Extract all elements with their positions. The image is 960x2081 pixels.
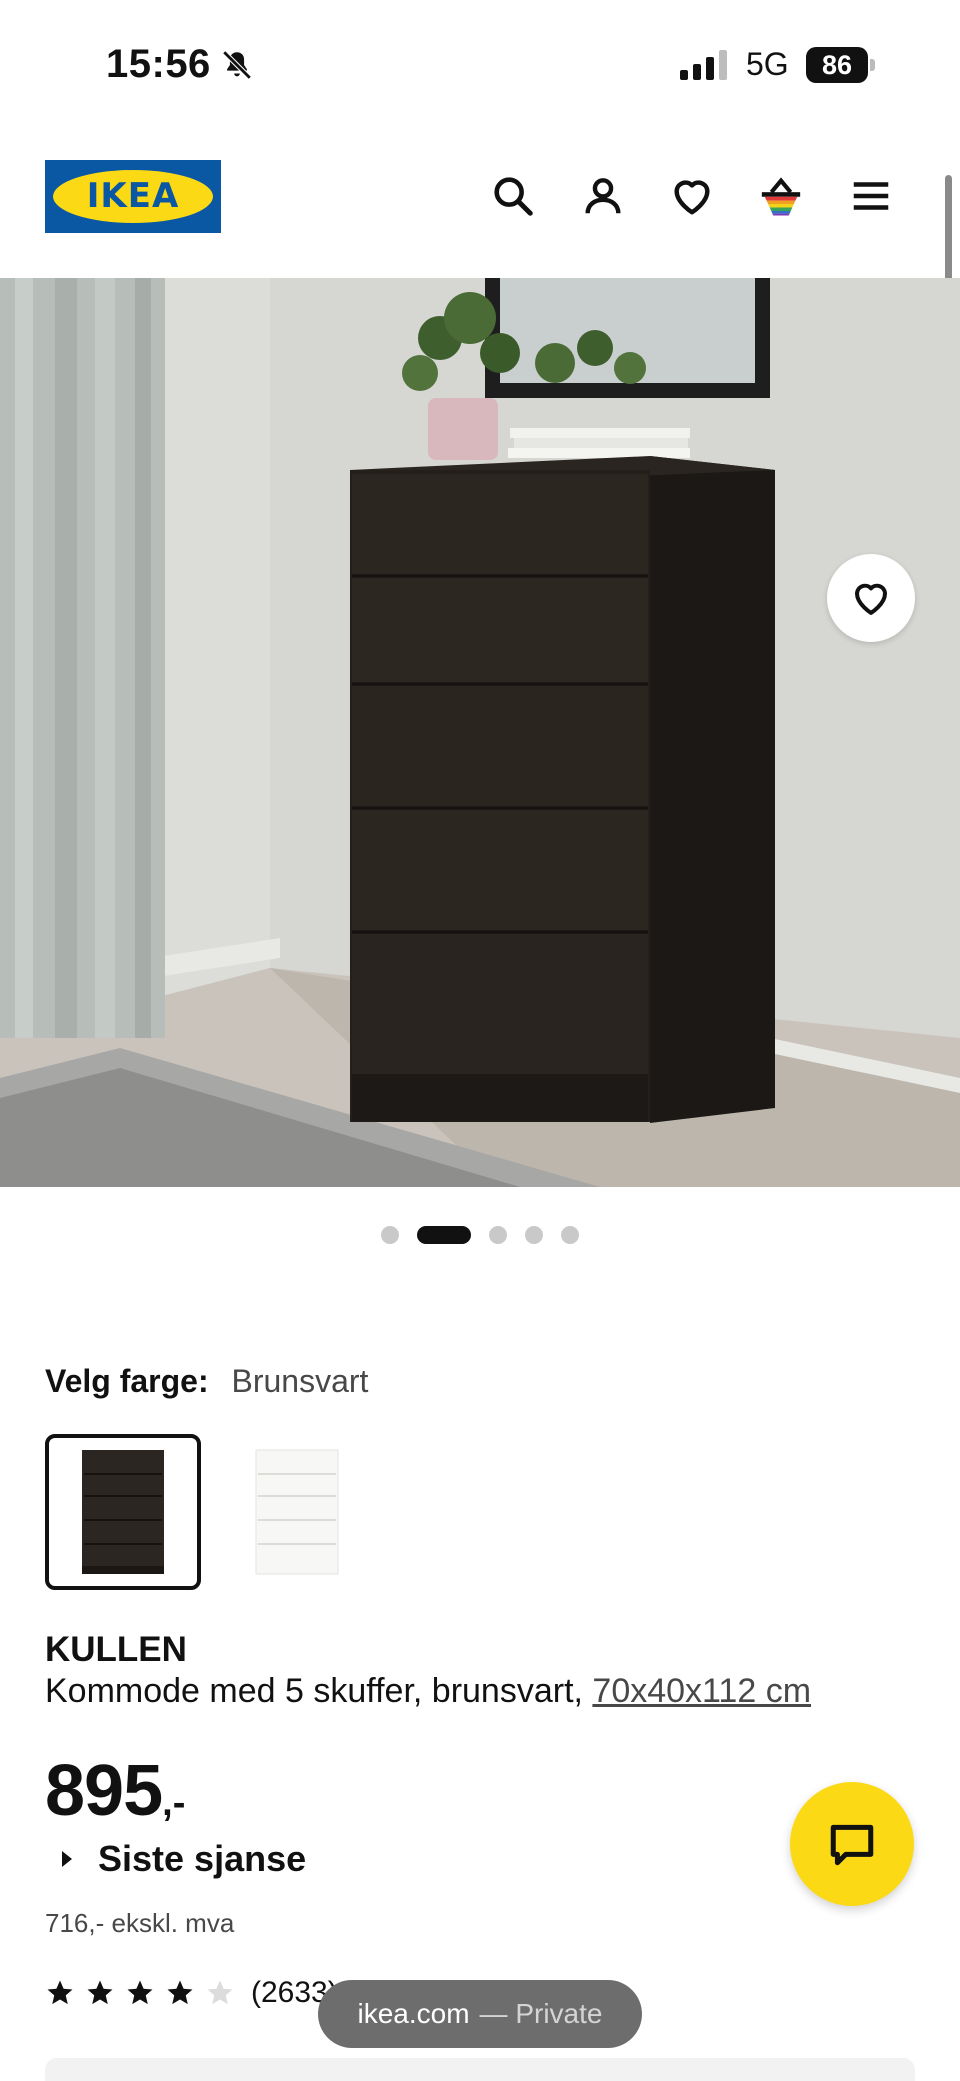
product-rating[interactable]: (2633) [45,1976,338,2010]
carousel-dot[interactable] [561,1226,579,1244]
product-price: 895,- [45,1750,185,1832]
price-suffix: ,- [162,1782,186,1824]
next-section-card [45,2058,915,2081]
carousel-dot[interactable] [525,1226,543,1244]
star-filled-icon [47,1980,73,2005]
star-filled-icon [167,1980,193,2005]
product-name: KULLEN [45,1630,187,1669]
color-label: Velg farge: [45,1363,209,1399]
favorite-button[interactable] [827,554,915,642]
heart-icon [854,583,888,615]
caret-right-icon [62,1851,72,1867]
color-swatch-black-brown[interactable] [45,1434,201,1590]
star-empty-icon [207,1980,233,2005]
browser-url-bar[interactable]: ikea.com — Private [318,1980,642,2048]
ikea-logo[interactable]: IKEA [45,160,221,233]
price-main: 895 [45,1751,163,1831]
bell-slash-icon [222,50,252,80]
product-image[interactable] [0,278,960,1187]
color-selector-label: Velg farge: Brunsvart [45,1363,368,1400]
heart-icon[interactable] [669,173,715,219]
product-description-text: Kommode med 5 skuffer, brunsvart, [45,1672,593,1710]
carousel-dots [0,1224,960,1244]
logo-text: IKEA [86,176,180,216]
search-icon[interactable] [490,173,536,219]
battery-level: 86 [806,47,868,83]
browsing-mode: — Private [479,1998,603,2029]
color-swatch-white[interactable] [219,1434,375,1590]
battery-icon: 86 [806,47,876,83]
menu-icon[interactable] [848,173,894,219]
site-header: IKEA [0,130,960,278]
carousel-dot[interactable] [489,1226,507,1244]
battery-tip [870,59,875,71]
swatch-image-white [255,1449,339,1575]
signal-icon [680,50,727,80]
star-filled-icon [87,1980,113,2005]
star-filled-icon [127,1980,153,2005]
swatch-image-black-brown [82,1450,164,1574]
network-type: 5G [746,46,789,82]
status-time: 15:56 [106,42,211,86]
account-icon[interactable] [580,173,626,219]
price-ex-vat: 716,- ekskl. mva [45,1908,235,1938]
status-bar: 15:56 5G 86 [0,0,960,130]
last-chance-label: Siste sjanse [98,1838,307,1879]
chat-icon [830,1824,874,1866]
page-scrollbar[interactable] [945,175,952,285]
product-description: Kommode med 5 skuffer, brunsvart, 70x40x… [45,1672,811,1711]
last-chance-toggle[interactable]: Siste sjanse [62,1838,306,1880]
product-photo [0,278,960,1187]
url-domain: ikea.com [357,1998,470,2029]
carousel-dot[interactable] [381,1226,399,1244]
chat-button[interactable] [790,1782,914,1906]
color-value: Brunsvart [231,1363,369,1399]
product-dimensions-link[interactable]: 70x40x112 cm [592,1672,811,1710]
carousel-dot-active[interactable] [417,1226,471,1244]
basket-icon[interactable] [758,173,804,219]
